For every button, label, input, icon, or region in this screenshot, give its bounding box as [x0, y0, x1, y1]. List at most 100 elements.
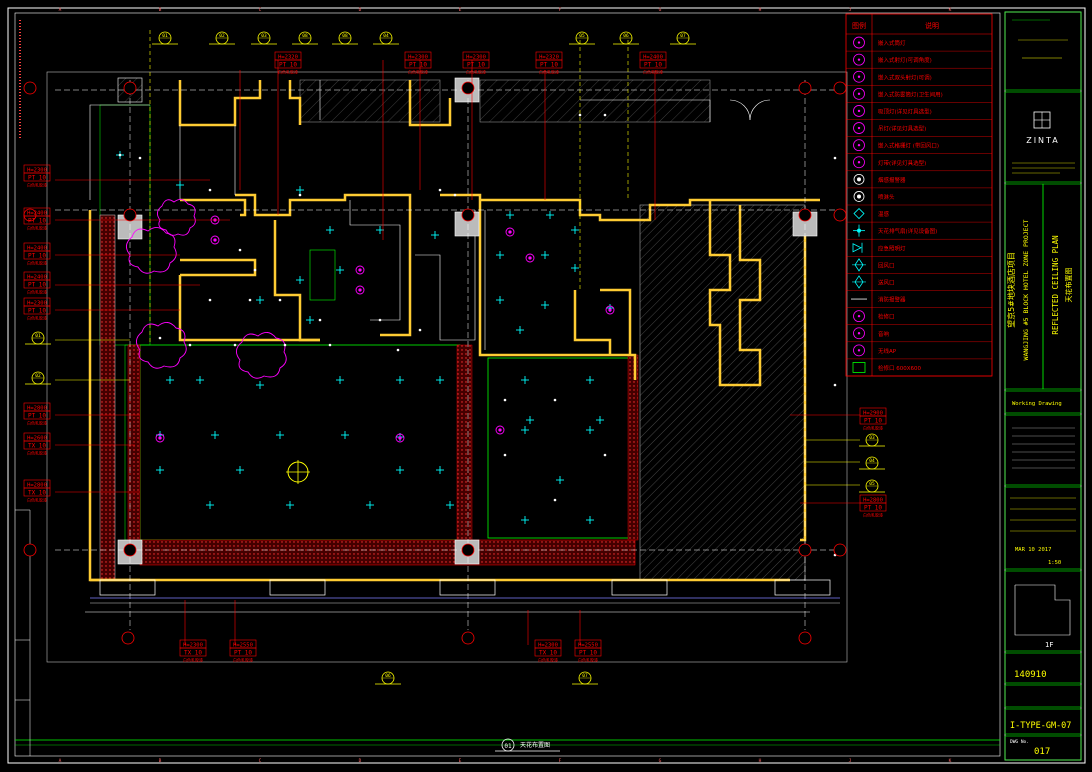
- ceiling-height: H=2550: [233, 642, 253, 648]
- ceiling-finish: 白色乳胶漆: [27, 450, 47, 456]
- section-marker-number: 02: [219, 33, 225, 39]
- ceiling-finish: 白色乳胶漆: [643, 69, 663, 75]
- section-marker: 08: [292, 31, 318, 45]
- grid-bubble: [798, 631, 812, 645]
- grid-bubble: [833, 81, 847, 95]
- section-marker-number: 04: [383, 33, 389, 39]
- ceiling-material: PT 10: [864, 505, 882, 512]
- section-marker: 03: [251, 31, 277, 45]
- ceiling-height: H=2800: [27, 405, 47, 411]
- legend-desc: 送风口: [878, 278, 895, 286]
- grid-bubble: [461, 208, 475, 222]
- title-block: ZINTA 望京5#地块酒店项目 WANGJING #5 BLOCK HOTEL…: [1004, 11, 1082, 761]
- circle-d-icon: [853, 105, 865, 117]
- ceiling-zone-lobby: [139, 344, 461, 541]
- section-marker-number: 01: [162, 33, 168, 39]
- circle-f-icon: [853, 36, 865, 49]
- grid-label-top: E: [459, 7, 462, 13]
- ceiling-material: TX 10: [184, 650, 202, 657]
- drawing-sheet: A A B B C C D D E E F F G G H H J J K K 01 02 03 04 05 06 07 08 01 0…: [7, 7, 1086, 764]
- square-icon: [852, 362, 866, 373]
- ceiling-material: TX 10: [28, 490, 46, 497]
- grid-label-bottom: E: [459, 758, 462, 764]
- ceiling-height: H=2400: [27, 245, 47, 251]
- project-number: 140910: [1014, 670, 1047, 680]
- ceiling-finish: 白色乳胶漆: [863, 512, 883, 518]
- ceiling-height: H=2300: [466, 54, 486, 60]
- grid-bubble: [123, 81, 137, 95]
- section-marker-number: 04: [869, 458, 875, 464]
- circle-g-icon: [853, 139, 865, 152]
- ceiling-tag: H=2600 TX 10白色乳胶漆: [23, 432, 51, 456]
- ceiling-height: H=2600: [27, 435, 47, 441]
- ceiling-material: TX 10: [539, 650, 557, 657]
- legend-desc: 回风口: [878, 262, 895, 269]
- ceiling-material: PT 10: [579, 650, 597, 657]
- drawing-scale: 1:50: [1048, 560, 1061, 566]
- ceiling-tag: H=2300 PT 10白色乳胶漆: [23, 297, 51, 321]
- ceiling-height: H=2300: [538, 642, 558, 648]
- section-marker: 04: [373, 31, 399, 45]
- grid-label-bottom: J: [849, 758, 852, 764]
- grid-bubble: [23, 81, 37, 95]
- grid-bubble: [798, 208, 812, 222]
- planters: [126, 199, 287, 379]
- supply-icon: [852, 275, 866, 289]
- circle-b-icon: [853, 70, 865, 83]
- legend-desc: 嵌入式防雾筒灯(卫生间用): [878, 90, 943, 98]
- section-marker-number: 01: [35, 333, 41, 339]
- section-marker-number: 06: [385, 673, 391, 679]
- ceiling-finish: 白色乳胶漆: [27, 260, 47, 266]
- ceiling-height: H=2300: [183, 642, 203, 648]
- ceiling-material: PT 10: [28, 175, 46, 182]
- ceiling-finish: 白色乳胶漆: [183, 657, 203, 663]
- area-label: Working Drawing: [1012, 401, 1062, 407]
- hatched-area: [639, 204, 806, 581]
- ceiling-finish: 白色乳胶漆: [539, 69, 559, 75]
- section-marker: 05: [859, 479, 885, 493]
- ceiling-finish: 白色乳胶漆: [863, 425, 883, 431]
- ceiling-material: PT 10: [279, 62, 297, 69]
- ceiling-tag: H=2320 PT 10白色乳胶漆: [274, 51, 302, 75]
- floor-plan: [55, 30, 860, 645]
- circle-c-icon: [853, 87, 865, 100]
- grid-label-top: F: [559, 7, 562, 13]
- section-marker: 07: [670, 31, 696, 45]
- legend-desc: 音响: [878, 330, 890, 338]
- diamond-icon: [853, 207, 865, 220]
- grid-label-bottom: A: [59, 758, 62, 764]
- legend-desc: 检修口: [878, 313, 895, 321]
- section-marker-number: 08: [342, 33, 348, 39]
- ceiling-height: H=2320: [539, 54, 559, 60]
- section-marker: 05: [569, 31, 595, 45]
- ceiling-height: H=2900: [863, 410, 883, 416]
- ceiling-finish: 白色乳胶漆: [27, 225, 47, 231]
- section-marker-number: 06: [623, 33, 629, 39]
- ceiling-height: H=2320: [278, 54, 298, 60]
- legend-desc: 吸顶灯(详见灯具选型): [878, 107, 932, 115]
- grid-bubble: [833, 543, 847, 557]
- firm-name: ZINTA: [1026, 136, 1060, 145]
- ceiling-finish: 白色乳胶漆: [27, 289, 47, 295]
- grid-bubble: [23, 543, 37, 557]
- ceiling-material: PT 10: [409, 62, 427, 69]
- grid-label-bottom: H: [759, 758, 762, 764]
- cross-icon: [853, 224, 865, 237]
- ceiling-tag: H=2300 TX 10白色乳胶漆: [534, 639, 562, 663]
- ceiling-zone-lounge: [487, 357, 631, 539]
- ceiling-tag: H=2300 PT 10白色乳胶漆: [404, 51, 432, 75]
- ceiling-height: H=2300: [27, 300, 47, 306]
- grid-bubble: [461, 543, 475, 557]
- vent-icon: [852, 258, 866, 272]
- ceiling-finish: 白色乳胶漆: [27, 497, 47, 503]
- ceiling-tag: H=2400 PT 10白色乳胶漆: [23, 271, 51, 295]
- grid-label-bottom: F: [559, 758, 562, 764]
- floor-band-bottom: [139, 539, 636, 566]
- sheet-title-en: REFLECTED CEILING PLAN: [1051, 235, 1060, 334]
- legend-desc: 嵌入式双头射灯(可调): [878, 73, 932, 81]
- legend-desc: 天花排气扇(详见设备图): [878, 227, 937, 235]
- ceiling-finish: 白色乳胶漆: [538, 657, 558, 663]
- section-marker-number: 02: [35, 373, 41, 379]
- drawing-title-caption: 天花布置图: [520, 741, 550, 749]
- legend-table: 图例 说明 嵌入式筒灯嵌入式射灯(可调角度) 嵌入式双头射灯(可调) 嵌入式防雾筒灯…: [845, 13, 993, 377]
